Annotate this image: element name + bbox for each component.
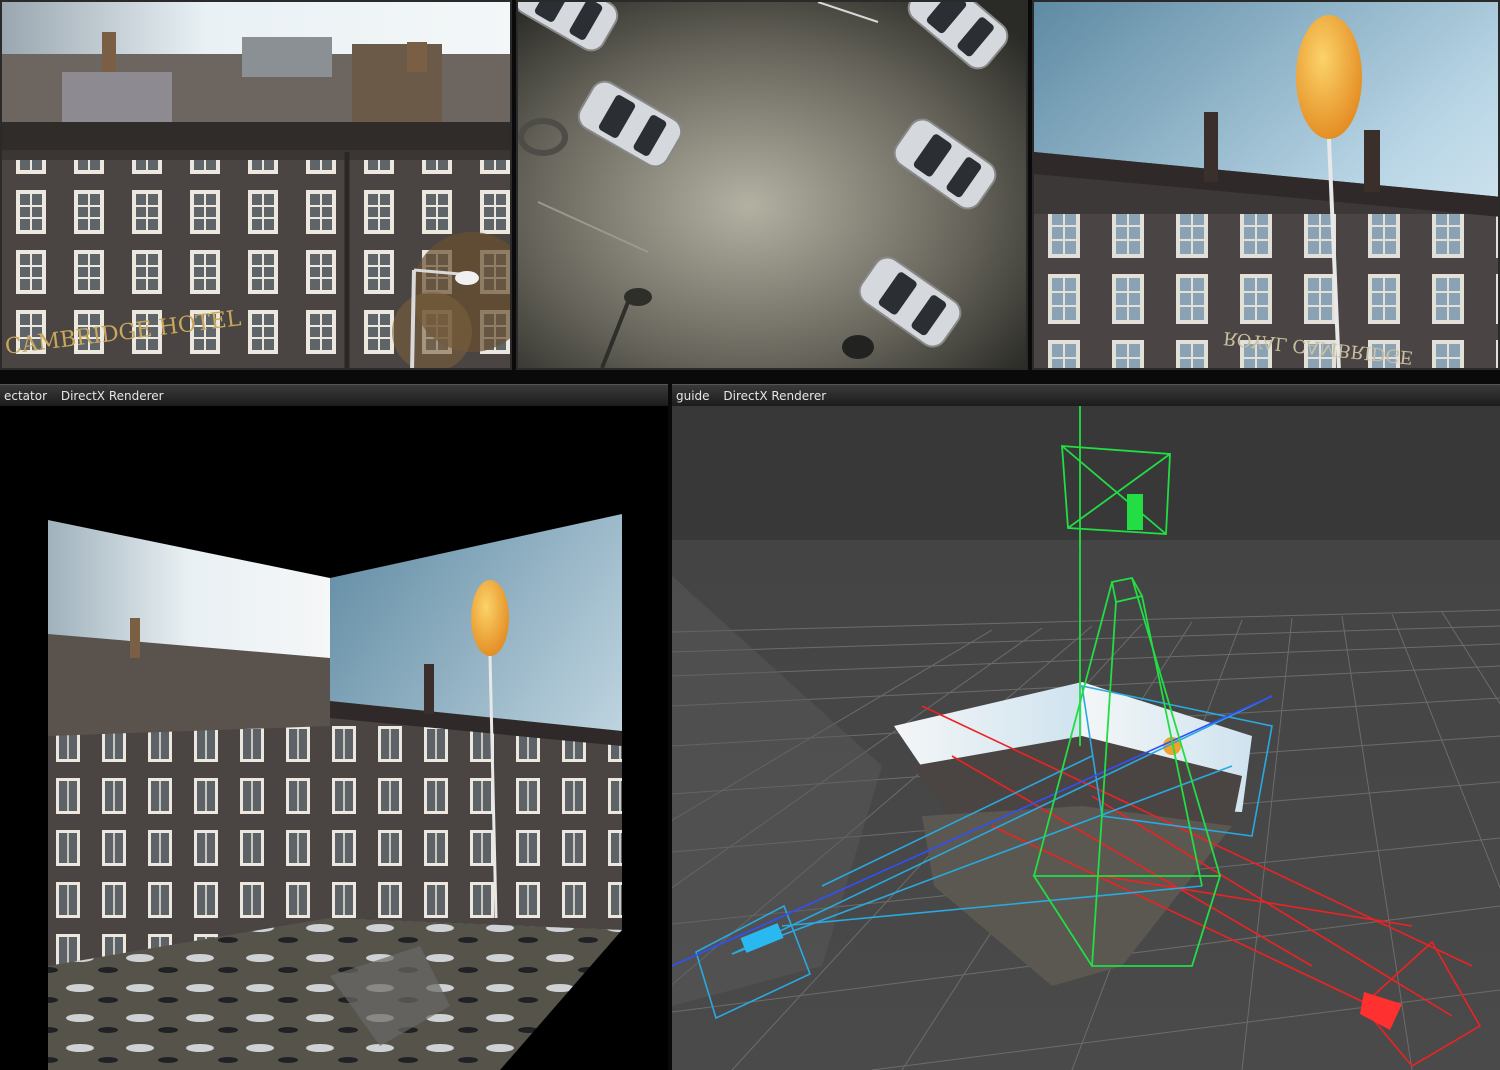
viewport-header-right[interactable]: guide DirectX Renderer: [672, 384, 1500, 406]
spectator-viewport[interactable]: [0, 406, 668, 1070]
green-camera-marker[interactable]: [1127, 494, 1143, 530]
viewport-title-right: guide: [676, 389, 710, 403]
viewport-header-left[interactable]: ectator DirectX Renderer: [0, 384, 668, 406]
renderer-label-left: DirectX Renderer: [60, 389, 164, 403]
guide-viewport[interactable]: [672, 406, 1500, 1070]
renderer-label-right: DirectX Renderer: [723, 389, 827, 403]
camera-feed-right[interactable]: ROYAL CAMBRIDGE: [1032, 0, 1500, 370]
balloon-icon: [1296, 15, 1362, 139]
camera-feed-left[interactable]: CAMBRIDGE HOTEL: [0, 0, 512, 370]
balloon-icon: [471, 580, 509, 656]
camera-feed-center[interactable]: [516, 0, 1028, 370]
viewport-title-left: ectator: [4, 389, 48, 403]
